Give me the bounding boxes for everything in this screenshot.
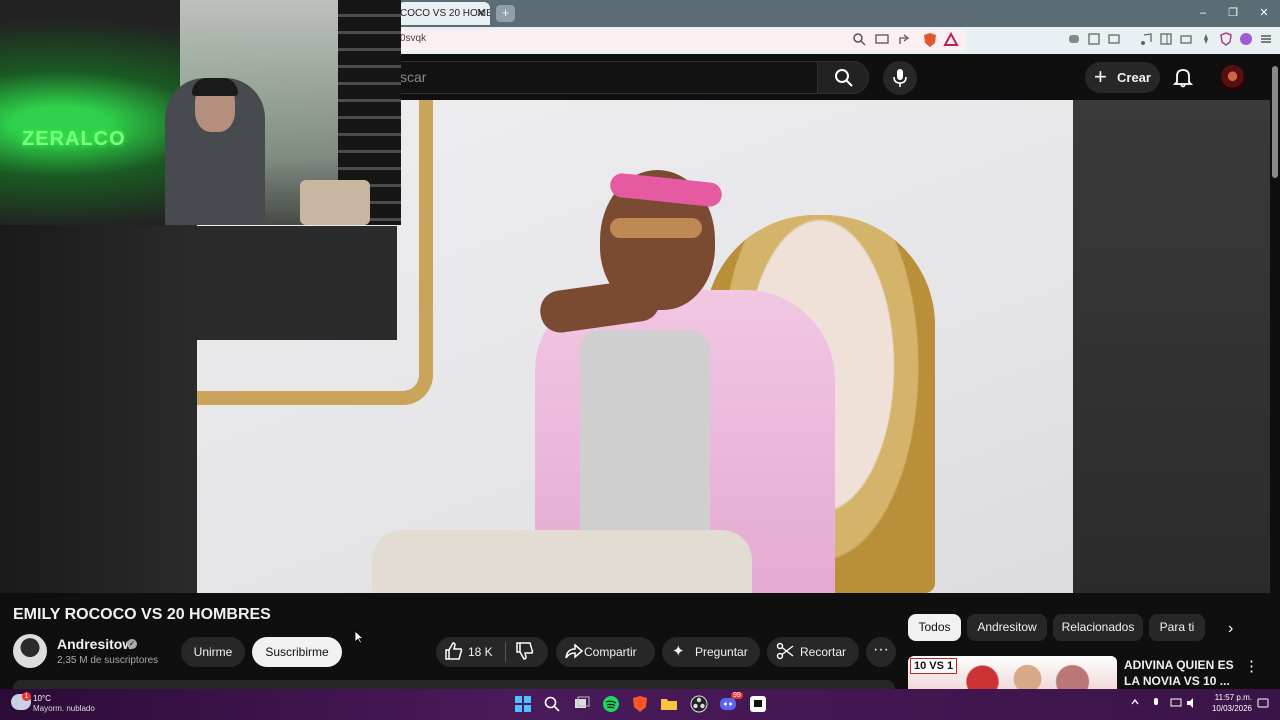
minimize-button[interactable]: – (1193, 4, 1213, 22)
like-icon[interactable] (444, 641, 464, 661)
subscriber-count: 2,35 M de suscriptores (57, 655, 159, 666)
sunglasses-image (610, 218, 702, 238)
microphone-icon (893, 69, 907, 87)
task-view-icon[interactable] (573, 695, 591, 713)
like-count[interactable]: 18 K (468, 645, 493, 659)
webcam-headphones (192, 78, 238, 96)
dislike-icon[interactable] (515, 641, 535, 661)
start-icon[interactable] (514, 695, 532, 713)
maximize-button[interactable]: ❐ (1223, 4, 1243, 22)
search-placeholder[interactable]: scar (400, 69, 426, 85)
recommendation-title[interactable]: ADIVINA QUIEN ES LA NOVIA VS 10 ... (1124, 657, 1244, 689)
brave-browser-icon[interactable] (631, 695, 649, 713)
share-icon (564, 641, 584, 661)
puzzle-icon[interactable] (1086, 32, 1102, 48)
video-title: EMILY ROCOCO VS 20 HOMBRES (13, 606, 271, 623)
plus-icon: + (1094, 64, 1107, 89)
thumbnail-badge: 10 VS 1 (910, 658, 958, 674)
scrollbar-thumb[interactable] (1272, 66, 1278, 178)
more-actions-button[interactable]: ··· (866, 637, 896, 667)
mic-tray-icon[interactable] (1151, 697, 1161, 712)
notifications-bell-icon[interactable] (1172, 66, 1194, 88)
search-icon (835, 69, 853, 87)
chip-related[interactable]: Relacionados (1053, 614, 1143, 641)
volume-icon[interactable] (1186, 697, 1198, 712)
sparkle-icon: ✦ (672, 643, 685, 660)
chip-all[interactable]: Todos (908, 614, 961, 641)
taskbar-search-icon[interactable] (543, 695, 561, 713)
neon-logo: ZERALCO (22, 128, 126, 150)
brave-shield-icon[interactable] (922, 32, 938, 48)
clock-date[interactable]: 10/03/2026 (1204, 704, 1252, 713)
sidebar-icon[interactable] (1158, 32, 1174, 48)
verified-icon: ✓ (127, 639, 137, 649)
leo-icon[interactable] (1198, 32, 1214, 48)
tray-chevron-up-icon[interactable] (1130, 697, 1140, 710)
chevron-right-icon[interactable]: › (1228, 620, 1233, 638)
close-window-button[interactable]: ✕ (1254, 4, 1274, 22)
profile-icon[interactable] (1238, 32, 1254, 48)
cast-icon[interactable] (874, 32, 890, 48)
channel-name[interactable]: Andresitow (57, 636, 133, 652)
network-icon[interactable] (1170, 697, 1182, 712)
wallet-icon[interactable] (1178, 32, 1194, 48)
vpn-icon[interactable] (1218, 32, 1234, 48)
mouse-cursor-icon (354, 630, 364, 644)
screenshot-icon[interactable] (1106, 32, 1122, 48)
person-pants-image (372, 530, 752, 593)
notification-center-icon[interactable] (1257, 697, 1269, 712)
chip-for-you[interactable]: Para ti (1149, 614, 1205, 641)
thumbnail-faces (960, 662, 1110, 690)
weather-description[interactable]: Mayorm. nublado (33, 704, 95, 713)
webcam-overlay: ZERALCO (0, 0, 401, 225)
share-page-icon[interactable] (897, 32, 913, 48)
scissors-icon (776, 642, 794, 660)
user-avatar[interactable] (1220, 65, 1245, 90)
voice-search-button[interactable] (883, 61, 917, 95)
twitch-studio-icon[interactable] (749, 695, 767, 713)
join-button[interactable]: Unirme (181, 637, 245, 667)
search-button[interactable] (817, 61, 869, 94)
channel-avatar[interactable] (13, 634, 47, 668)
subscribe-button[interactable]: Suscribirme (252, 637, 342, 667)
media-icon[interactable] (1138, 32, 1154, 48)
discord-badge: 99 (731, 692, 743, 699)
like-divider (505, 642, 506, 662)
url-text[interactable]: 0svqk (400, 33, 426, 44)
tab-close-icon[interactable]: ✕ (474, 5, 488, 21)
weather-temperature[interactable]: 10°C (33, 694, 51, 703)
brave-rewards-icon[interactable] (943, 31, 959, 48)
clock-time[interactable]: 11:57 p.m. (1204, 693, 1252, 702)
obs-icon[interactable] (690, 695, 708, 713)
weather-badge: 1 (22, 692, 31, 701)
chip-channel[interactable]: Andresitow (967, 614, 1047, 641)
webcam-chair (300, 180, 370, 225)
kebab-menu-icon[interactable]: ⋮ (1244, 657, 1259, 675)
extension-icon[interactable] (1066, 32, 1082, 48)
spotify-icon[interactable] (602, 695, 620, 713)
player-side-area (1073, 100, 1270, 593)
search-input[interactable] (398, 61, 818, 94)
file-explorer-icon[interactable] (660, 695, 678, 713)
menu-icon[interactable] (1258, 32, 1274, 48)
new-tab-button[interactable]: + (496, 5, 515, 22)
zoom-icon[interactable] (851, 32, 867, 48)
